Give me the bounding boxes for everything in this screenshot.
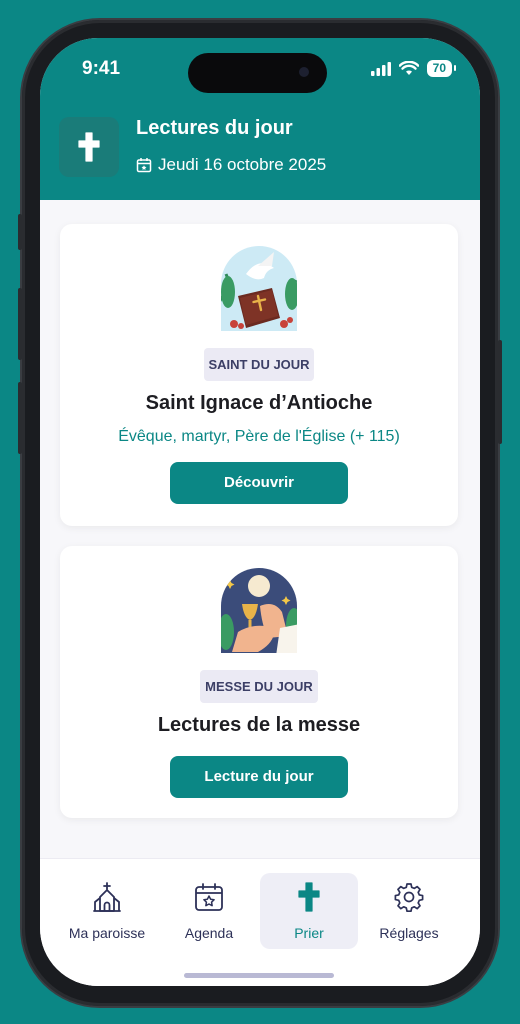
tab-bar: Ma paroisse Agenda Prier Réglages bbox=[40, 858, 480, 986]
tab-prier[interactable]: Prier bbox=[260, 873, 358, 949]
mass-badge: MESSE DU JOUR bbox=[200, 670, 318, 703]
mass-card: MESSE DU JOUR Lectures de la messe Lectu… bbox=[60, 546, 458, 818]
signal-icon bbox=[370, 61, 391, 76]
discover-button[interactable]: Découvrir bbox=[170, 462, 348, 504]
mass-title: Lectures de la messe bbox=[157, 714, 361, 736]
action-button bbox=[18, 214, 22, 250]
home-indicator[interactable] bbox=[184, 973, 334, 978]
gear-icon bbox=[394, 883, 424, 912]
tab-label: Réglages bbox=[379, 925, 439, 941]
status-icons: 70 bbox=[370, 60, 457, 77]
screen: 9:41 70 Lectures du jour Jeudi 16 octobr… bbox=[40, 38, 480, 986]
saint-card: SAINT DU JOUR Saint Ignace d’Antioche Év… bbox=[60, 224, 458, 526]
date-text: Jeudi 16 octobre 2025 bbox=[158, 155, 327, 174]
tab-ma-paroisse[interactable]: Ma paroisse bbox=[58, 873, 156, 949]
volume-down-button bbox=[18, 382, 22, 454]
cross-icon bbox=[78, 132, 100, 162]
status-bar: 9:41 70 bbox=[40, 38, 480, 98]
church-icon bbox=[93, 882, 121, 912]
saint-illustration bbox=[218, 244, 300, 334]
calendar-icon bbox=[195, 883, 223, 911]
header-cross-badge bbox=[59, 117, 119, 177]
tab-label: Agenda bbox=[184, 925, 234, 941]
wifi-icon bbox=[398, 61, 419, 75]
saint-description: Évêque, martyr, Père de l'Église (+ 115) bbox=[118, 428, 400, 445]
page-title: Lectures du jour bbox=[136, 117, 293, 139]
volume-up-button bbox=[18, 288, 22, 360]
dynamic-island bbox=[188, 53, 327, 93]
cross-icon bbox=[298, 882, 320, 912]
calendar-icon bbox=[136, 158, 152, 173]
mass-illustration bbox=[218, 566, 300, 656]
tab-reglages[interactable]: Réglages bbox=[360, 873, 458, 949]
camera-icon bbox=[299, 67, 309, 77]
battery-indicator: 70 bbox=[426, 60, 457, 77]
power-button bbox=[498, 340, 502, 444]
tab-label: Prier bbox=[294, 925, 324, 941]
saint-name: Saint Ignace d’Antioche bbox=[145, 392, 373, 414]
saint-badge: SAINT DU JOUR bbox=[204, 348, 314, 381]
status-time: 9:41 bbox=[82, 58, 121, 79]
tab-agenda[interactable]: Agenda bbox=[160, 873, 258, 949]
page-date: Jeudi 16 octobre 2025 bbox=[136, 155, 326, 175]
tab-label: Ma paroisse bbox=[68, 925, 146, 941]
daily-reading-button[interactable]: Lecture du jour bbox=[170, 756, 348, 798]
